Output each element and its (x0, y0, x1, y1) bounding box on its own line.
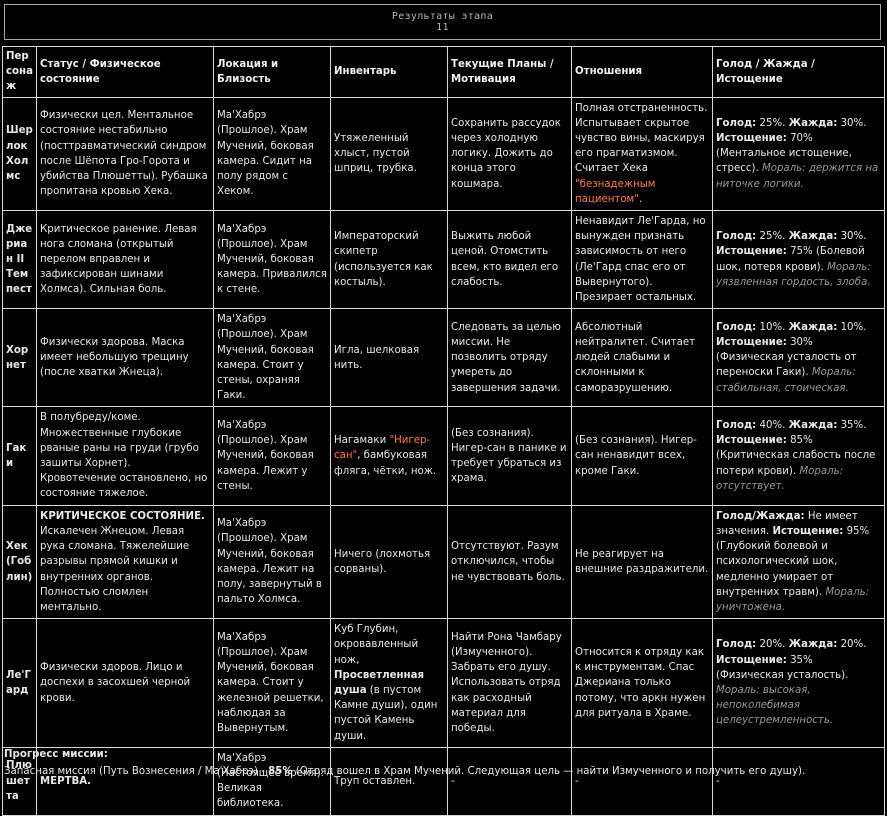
progress-line: Запасная миссия (Путь Вознесения / Ма'Ха… (4, 766, 806, 777)
col-header-character: Персонаж (2, 46, 37, 98)
col-header-relations: Отношения (571, 46, 713, 98)
table-row: Ле'Гард Физически здоров. Лицо и доспехи… (2, 618, 885, 748)
cell-status: Физически здорова. Маска имеет небольшую… (36, 308, 214, 408)
cell-inventory: Императорский скипетр (используется как … (330, 210, 448, 310)
progress-percent: 85% (268, 766, 293, 777)
cell-status: Критическое ранение. Левая нога сломана … (36, 210, 214, 310)
character-table: Персонаж Статус / Физическое состояние Л… (2, 46, 885, 816)
cell-inventory: Нагамаки "Нигер-сан", бамбуковая фляга, … (330, 406, 448, 506)
cell-character: Ле'Гард (2, 618, 37, 748)
cell-status: Физически цел. Ментальное состояние нест… (36, 96, 214, 212)
cell-needs: Голод/Жажда: Не имеет значения. Истощени… (712, 504, 885, 620)
cell-location: Ма'Хабрэ (Прошлое). Храм Мучений, бокова… (213, 406, 331, 506)
cell-character: Джериан II Темпест (2, 210, 37, 310)
cell-relations: Относится к отряду как к инструментам. С… (571, 618, 713, 748)
table-row: Шерлок Холмс Физически цел. Ментальное с… (2, 96, 885, 212)
table-row: Джериан II Темпест Критическое ранение. … (2, 210, 885, 310)
mission-progress: Прогресс миссии: Запасная миссия (Путь В… (4, 746, 884, 780)
cell-inventory: Ничего (лохмотья сорваны). (330, 504, 448, 620)
cell-plans: (Без сознания). Нигер-сан в панике и тре… (447, 406, 572, 506)
cell-relations: Не реагирует на внешние раздражители. (571, 504, 713, 620)
cell-location: Ма'Хабрэ (Прошлое). Храм Мучений, бокова… (213, 96, 331, 212)
table-row: Хорнет Физически здорова. Маска имеет не… (2, 308, 885, 408)
table-header-row: Персонаж Статус / Физическое состояние Л… (2, 46, 885, 98)
col-header-needs: Голод / Жажда / Истощение (712, 46, 885, 98)
cell-relations: Абсолютный нейтралитет. Считает людей сл… (571, 308, 713, 408)
cell-plans: Сохранить рассудок через холодную логику… (447, 96, 572, 212)
col-header-status: Статус / Физическое состояние (36, 46, 214, 98)
stage-header: Результаты этапа 11 (4, 4, 881, 40)
cell-character: Шерлок Холмс (2, 96, 37, 212)
col-header-plans: Текущие Планы / Мотивация (447, 46, 572, 98)
cell-needs: Голод: 25%. Жажда: 30%. Истощение: 70% (… (712, 96, 885, 212)
table-row: Гаки В полубреду/коме. Множественные глу… (2, 406, 885, 506)
cell-relations: (Без сознания). Нигер-сан ненавидит всех… (571, 406, 713, 506)
progress-title: Прогресс миссии: (4, 749, 108, 760)
cell-relations: Полная отстраненность. Испытывает скрыто… (571, 96, 713, 212)
cell-status: КРИТИЧЕСКОЕ СОСТОЯНИЕ. Искалечен Жнецом.… (36, 504, 214, 620)
cell-location: Ма'Хабрэ (Прошлое). Храм Мучений, бокова… (213, 504, 331, 620)
cell-plans: Отсутствуют. Разум отключился, чтобы не … (447, 504, 572, 620)
cell-inventory: Куб Глубин, окровавленный нож, Просветле… (330, 618, 448, 748)
table-row: Хек (Гоблин) КРИТИЧЕСКОЕ СОСТОЯНИЕ. Иска… (2, 504, 885, 620)
cell-status: Физически здоров. Лицо и доспехи в засох… (36, 618, 214, 748)
cell-location: Ма'Хабрэ (Прошлое). Храм Мучений, бокова… (213, 308, 331, 408)
highlight-text: "безнадежным пациентом" (575, 178, 656, 205)
cell-character: Гаки (2, 406, 37, 506)
stage-number: 11 (436, 22, 449, 33)
col-header-inventory: Инвентарь (330, 46, 448, 98)
col-header-location: Локация и Близость (213, 46, 331, 98)
cell-status: В полубреду/коме. Множественные глубокие… (36, 406, 214, 506)
cell-inventory: Утяжеленный хлыст, пустой шприц, трубка. (330, 96, 448, 212)
cell-needs: Голод: 40%. Жажда: 35%. Истощение: 85% (… (712, 406, 885, 506)
cell-needs: Голод: 20%. Жажда: 20%. Истощение: 35% (… (712, 618, 885, 748)
cell-needs: Голод: 10%. Жажда: 10%. Истощение: 30% (… (712, 308, 885, 408)
cell-inventory: Игла, шелковая нить. (330, 308, 448, 408)
cell-character: Хек (Гоблин) (2, 504, 37, 620)
cell-plans: Найти Рона Чамбару (Измученного). Забрат… (447, 618, 572, 748)
cell-needs: Голод: 25%. Жажда: 30%. Истощение: 75% (… (712, 210, 885, 310)
cell-relations: Ненавидит Ле'Гарда, но вынужден признать… (571, 210, 713, 310)
cell-plans: Выжить любой ценой. Отомстить всем, кто … (447, 210, 572, 310)
cell-location: Ма'Хабрэ (Прошлое). Храм Мучений, бокова… (213, 210, 331, 310)
morale-text: Мораль: высокая, непоколебимая целеустре… (716, 684, 834, 727)
stage-title: Результаты этапа (391, 11, 494, 22)
cell-location: Ма'Хабрэ (Прошлое). Храм Мучений, бокова… (213, 618, 331, 748)
cell-plans: Следовать за целью миссии. Не позволить … (447, 308, 572, 408)
cell-character: Хорнет (2, 308, 37, 408)
